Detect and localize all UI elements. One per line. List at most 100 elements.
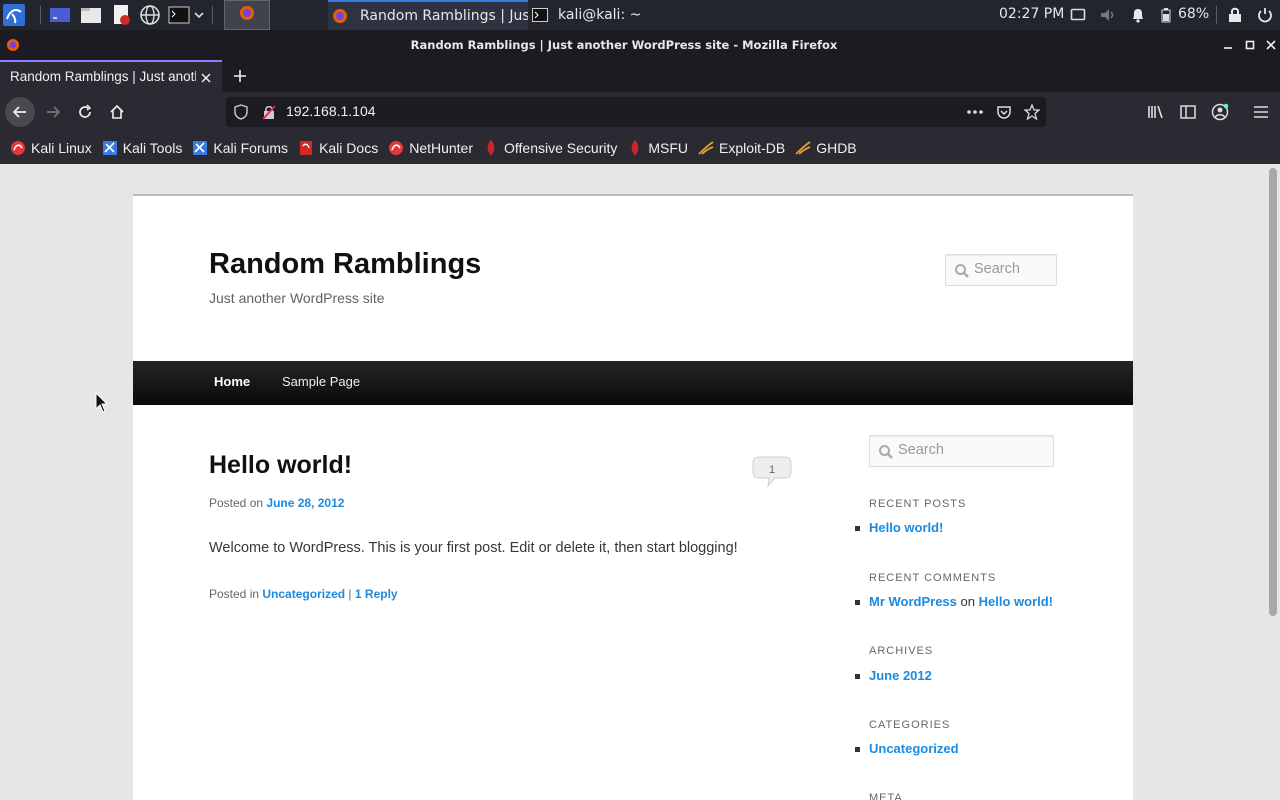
mouse-cursor-icon	[95, 392, 109, 413]
account-icon[interactable]	[1205, 97, 1235, 127]
recent-post-link[interactable]: Hello world!	[869, 520, 943, 535]
workspace-icon[interactable]	[49, 4, 71, 26]
chevron-down-icon[interactable]	[192, 4, 206, 26]
bookmark-kali-forums[interactable]: Kali Forums	[192, 140, 288, 156]
recent-post-item: Hello world!	[855, 520, 943, 535]
post-title[interactable]: Hello world!	[209, 451, 352, 480]
task-label: Random Ramblings | Jus...	[360, 8, 528, 24]
search-icon	[879, 445, 893, 459]
comment-count[interactable]: 1	[751, 464, 793, 476]
archive-link[interactable]: June 2012	[869, 668, 932, 683]
bookmark-label: Kali Linux	[31, 140, 92, 156]
main-navigation: Home Sample Page	[133, 361, 1133, 405]
tab-active[interactable]: Random Ramblings | Just another WordPres…	[0, 60, 222, 92]
site-description: Just another WordPress site	[209, 290, 385, 306]
bookmark-label: MSFU	[648, 140, 689, 156]
bookmark-kali-docs[interactable]: Kali Docs	[298, 140, 378, 156]
back-button[interactable]	[5, 97, 35, 127]
bookmark-msfu[interactable]: MSFU	[627, 140, 688, 156]
site-title[interactable]: Random Ramblings	[209, 248, 481, 281]
bookmark-kali-linux[interactable]: Kali Linux	[10, 140, 92, 156]
comment-author-link[interactable]: Mr WordPress	[869, 594, 957, 609]
archive-item: June 2012	[855, 668, 932, 683]
list-bullet	[855, 526, 860, 532]
task-label: kali@kali: ~	[558, 7, 642, 23]
sidebar-icon[interactable]	[1173, 97, 1203, 127]
bookmark-label: Kali Tools	[122, 140, 183, 156]
close-tab-icon[interactable]	[198, 70, 214, 86]
sidebar-search-input[interactable]: Search	[869, 435, 1054, 467]
file-manager-icon[interactable]	[80, 4, 102, 26]
post-date-link[interactable]: June 28, 2012	[266, 496, 344, 510]
notification-icon[interactable]	[1127, 4, 1149, 26]
kali-tools-icon	[102, 140, 118, 156]
page-viewport: Random Ramblings Just another WordPress …	[0, 164, 1266, 800]
url-text[interactable]: 192.168.1.104	[286, 103, 376, 119]
url-bar[interactable]: 192.168.1.104	[226, 97, 1046, 127]
text-editor-icon[interactable]	[110, 4, 132, 26]
widget-title-meta: META	[869, 792, 903, 800]
task-firefox[interactable]: Random Ramblings | Jus...	[328, 0, 528, 30]
category-link[interactable]: Uncategorized	[262, 587, 345, 601]
bookmark-kali-tools[interactable]: Kali Tools	[102, 140, 183, 156]
forward-button[interactable]	[38, 97, 68, 127]
kali-docs-icon	[298, 140, 314, 156]
bookmark-star-icon[interactable]	[1023, 103, 1041, 121]
search-placeholder: Search	[898, 442, 944, 458]
firefox-launcher[interactable]	[224, 0, 270, 30]
bookmark-label: Exploit-DB	[719, 140, 786, 156]
posted-in-label: Posted in	[209, 587, 260, 601]
nethunter-icon	[388, 140, 404, 156]
page-actions-icon[interactable]	[966, 103, 984, 121]
close-window-button[interactable]	[1262, 36, 1280, 54]
widget-title-recent-posts: RECENT POSTS	[869, 498, 967, 510]
kali-icon	[10, 140, 26, 156]
nav-sample-page[interactable]: Sample Page	[282, 374, 360, 389]
display-icon[interactable]	[1067, 4, 1089, 26]
bookmark-label: NetHunter	[409, 140, 474, 156]
lock-icon[interactable]	[1224, 4, 1246, 26]
pocket-icon[interactable]	[995, 103, 1013, 121]
reply-link[interactable]: 1 Reply	[355, 587, 398, 601]
insecure-lock-icon[interactable]	[260, 103, 278, 121]
clock[interactable]: 02:27 PM	[999, 6, 1064, 22]
new-tab-button[interactable]	[228, 64, 252, 88]
bookmark-nethunter[interactable]: NetHunter	[388, 140, 473, 156]
maximize-button[interactable]	[1241, 36, 1259, 54]
terminal-icon[interactable]	[168, 4, 190, 26]
post-body: Welcome to WordPress. This is your first…	[209, 540, 738, 556]
reload-button[interactable]	[70, 97, 100, 127]
home-button[interactable]	[102, 97, 132, 127]
scrollbar-thumb[interactable]	[1269, 168, 1277, 616]
page-scrollbar[interactable]	[1266, 164, 1280, 800]
volume-icon[interactable]	[1097, 4, 1119, 26]
minimize-button[interactable]	[1219, 36, 1237, 54]
bookmark-label: Kali Forums	[213, 140, 289, 156]
battery-icon[interactable]	[1155, 4, 1177, 26]
tab-strip: Random Ramblings | Just another WordPres…	[0, 60, 1280, 92]
library-icon[interactable]	[1141, 97, 1171, 127]
bookmark-ghdb[interactable]: GHDB	[795, 140, 857, 156]
kali-menu-icon[interactable]	[3, 4, 25, 26]
task-terminal[interactable]: kali@kali: ~	[528, 0, 648, 30]
kali-forums-icon	[192, 140, 208, 156]
exploit-db-icon	[698, 140, 714, 156]
msfu-icon	[627, 140, 643, 156]
taskbar-separator	[212, 6, 213, 24]
nav-home[interactable]: Home	[214, 374, 250, 389]
comment-post-link[interactable]: Hello world!	[979, 594, 1053, 609]
menu-icon[interactable]	[1246, 97, 1276, 127]
browser-icon[interactable]	[139, 4, 161, 26]
header-search-input[interactable]: Search	[945, 254, 1057, 286]
bookmark-exploit-db[interactable]: Exploit-DB	[698, 140, 785, 156]
terminal-icon	[532, 7, 548, 23]
shield-icon[interactable]	[232, 103, 250, 121]
category-sidebar-link[interactable]: Uncategorized	[869, 741, 959, 756]
window-titlebar: Random Ramblings | Just another WordPres…	[0, 30, 1280, 60]
bookmark-label: GHDB	[816, 140, 857, 156]
power-icon[interactable]	[1254, 4, 1276, 26]
wordpress-page: Random Ramblings Just another WordPress …	[133, 194, 1133, 800]
search-icon	[955, 264, 969, 278]
firefox-icon	[332, 8, 348, 24]
bookmark-offensive-security[interactable]: Offensive Security	[483, 140, 617, 156]
